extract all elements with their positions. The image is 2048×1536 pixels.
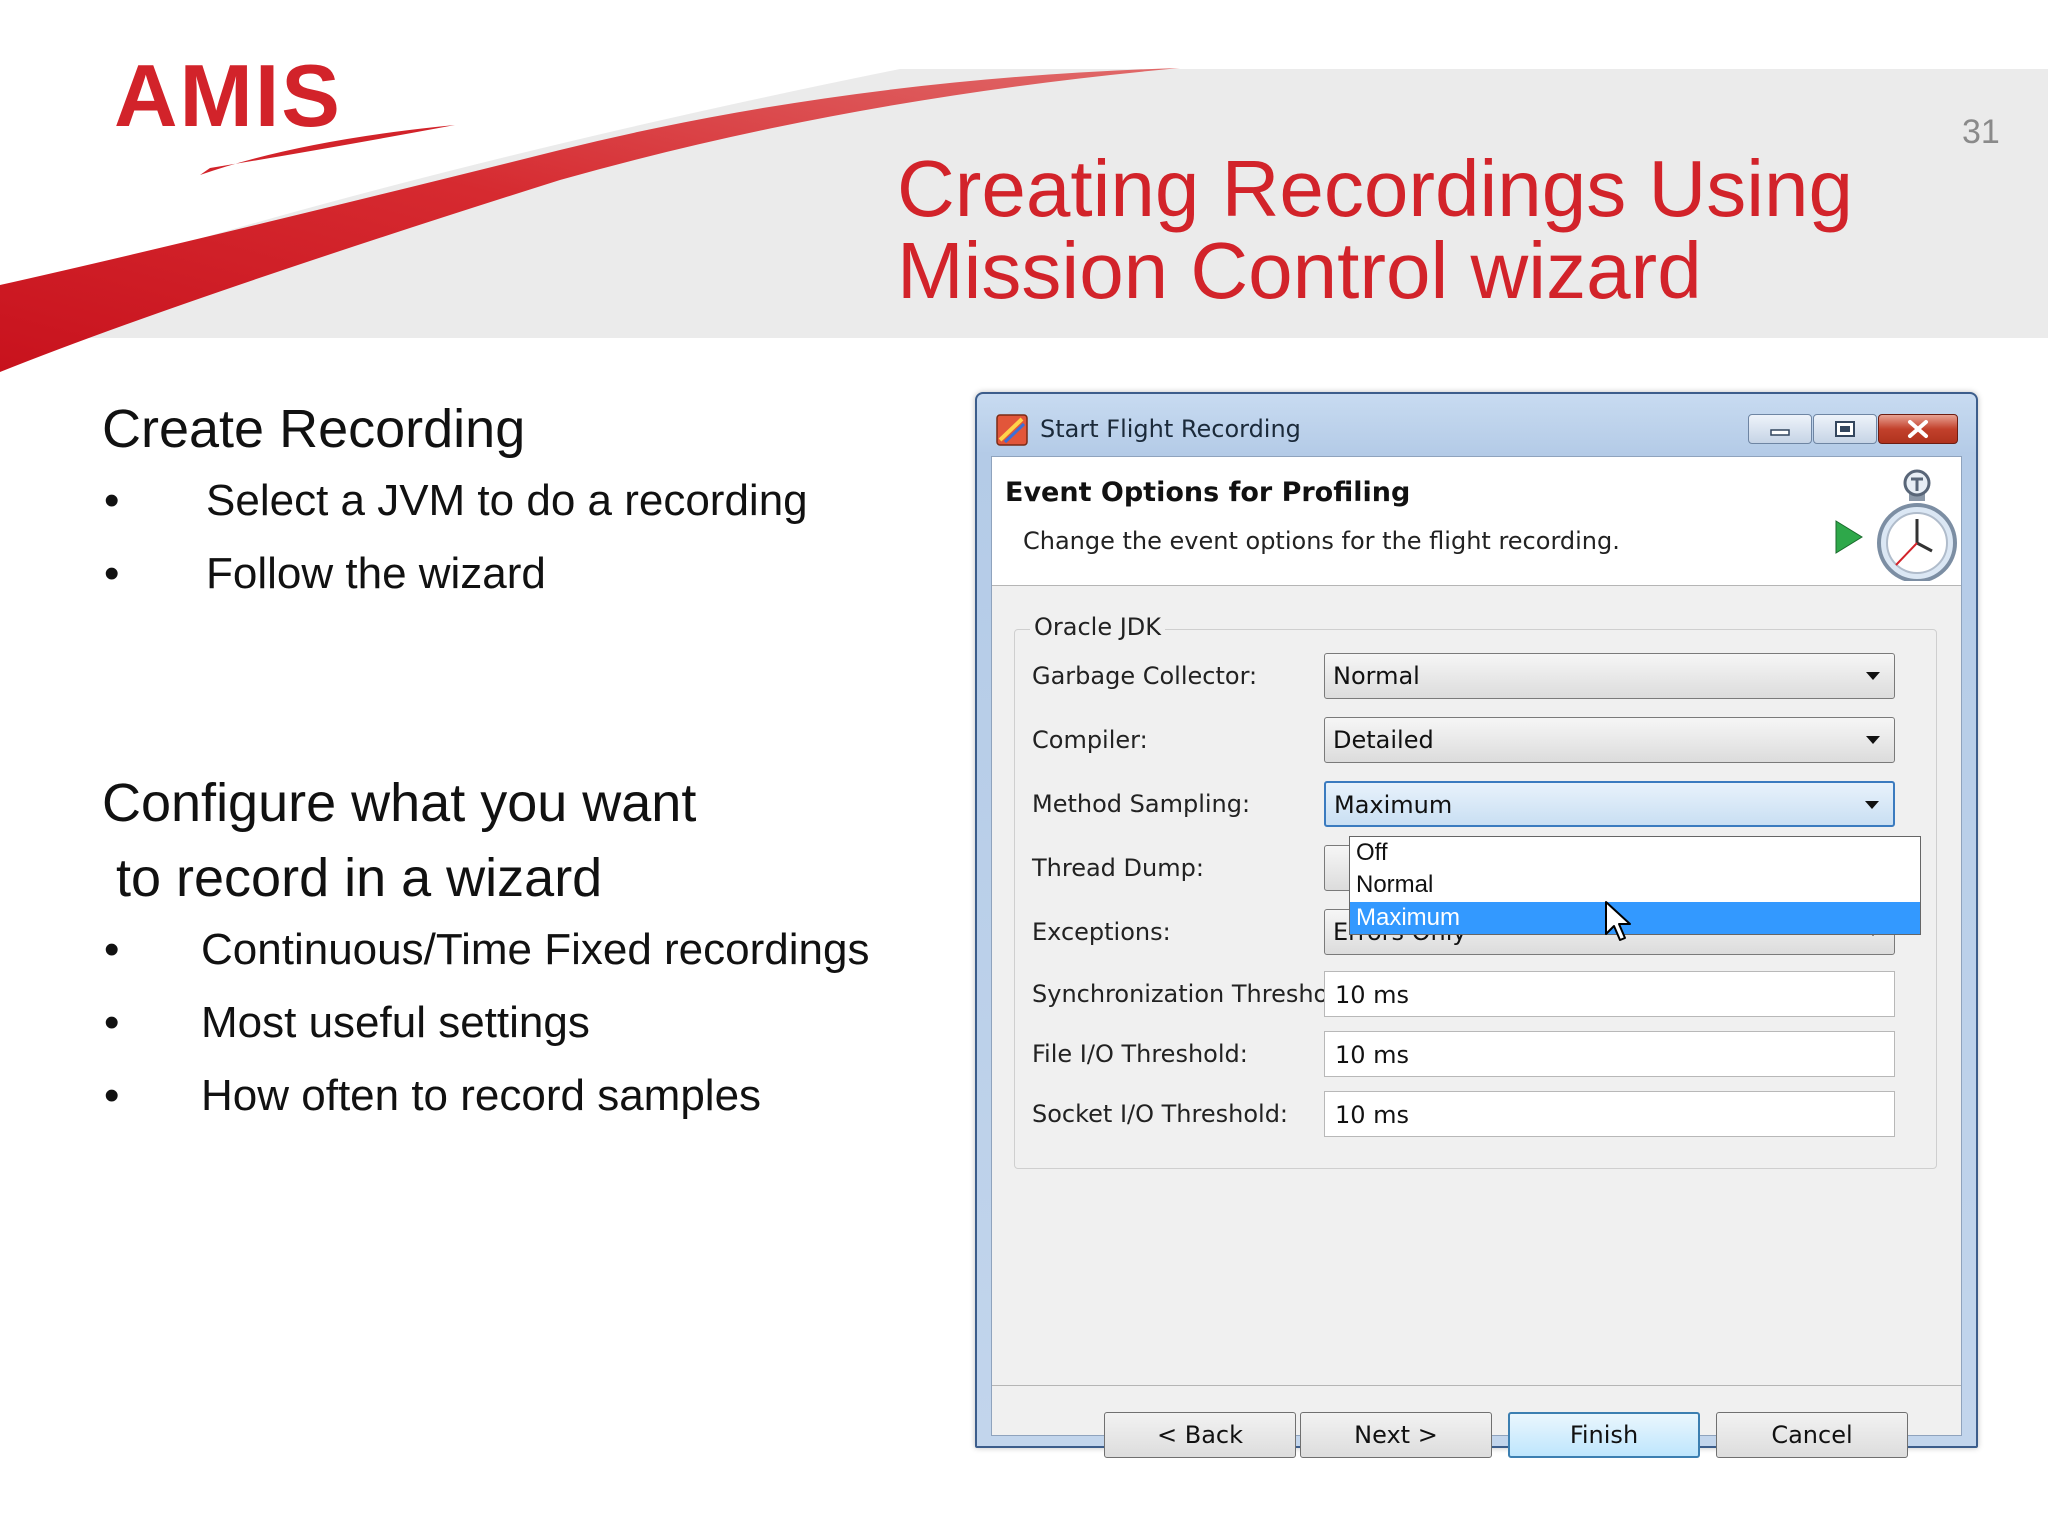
dropdown-option-off[interactable]: Off — [1350, 837, 1920, 869]
section-heading-configure-line-1: Configure what you want — [102, 773, 697, 833]
mouse-pointer-icon — [1605, 901, 1631, 941]
method-sampling-label: Method Sampling: — [1032, 790, 1251, 818]
bullet-dot: • — [104, 549, 120, 598]
cancel-button[interactable]: Cancel — [1716, 1412, 1908, 1458]
file-io-threshold-value: 10 ms — [1335, 1041, 1410, 1069]
file-io-threshold-input[interactable]: 10 ms — [1324, 1031, 1895, 1077]
thread-dump-label: Thread Dump: — [1032, 854, 1204, 882]
flight-recorder-app-icon — [996, 414, 1028, 446]
bullet-text: Most useful settings — [201, 998, 590, 1047]
maximize-icon — [1835, 421, 1855, 437]
wizard-page-heading: Event Options for Profiling — [1005, 477, 1411, 508]
finish-button[interactable]: Finish — [1508, 1412, 1700, 1458]
page-number: 31 — [1962, 113, 2000, 151]
compiler-value: Detailed — [1333, 726, 1434, 754]
slide-title-line-1: Creating Recordings Using — [897, 144, 1854, 233]
method-sampling-dropdown-list: Off Normal Maximum — [1349, 836, 1921, 935]
section-heading-configure-line-2: to record in a wizard — [116, 848, 603, 908]
compiler-label: Compiler: — [1032, 726, 1148, 754]
compiler-select[interactable]: Detailed — [1324, 717, 1895, 763]
method-sampling-select[interactable]: Maximum — [1324, 781, 1895, 827]
bullet-text: Select a JVM to do a recording — [206, 476, 808, 525]
slide-title: Creating Recordings Using Mission Contro… — [897, 148, 1997, 312]
maximize-button[interactable] — [1813, 414, 1877, 444]
dialog-client-area: Event Options for Profiling Change the e… — [991, 456, 1962, 1458]
slide-title-line-2: Mission Control wizard — [897, 226, 1702, 315]
option-label: Off — [1356, 839, 1388, 866]
group-label: Oracle JDK — [1030, 613, 1166, 641]
exceptions-label: Exceptions: — [1032, 918, 1171, 946]
wizard-header: Event Options for Profiling Change the e… — [992, 457, 1961, 586]
synchronization-threshold-value: 10 ms — [1335, 981, 1410, 1009]
amis-logo: AMIS — [114, 46, 342, 145]
wizard-page-description: Change the event options for the flight … — [1023, 527, 1620, 555]
synchronization-threshold-label: Synchronization Threshold: — [1032, 980, 1359, 1008]
bullet-text: Follow the wizard — [206, 549, 546, 598]
method-sampling-value: Maximum — [1334, 791, 1453, 819]
section-heading-create-recording: Create Recording — [102, 399, 526, 459]
garbage-collector-value: Normal — [1333, 662, 1420, 690]
back-button[interactable]: < Back — [1104, 1412, 1296, 1458]
close-icon — [1908, 420, 1928, 438]
bullet-text: How often to record samples — [201, 1071, 762, 1120]
option-label: Normal — [1356, 871, 1434, 898]
bullet-dot: • — [104, 925, 120, 974]
chevron-down-icon — [1865, 801, 1879, 809]
minimize-button[interactable] — [1748, 414, 1812, 444]
bullet-dot: • — [104, 998, 120, 1047]
footer-separator — [992, 1385, 1961, 1386]
dropdown-option-maximum[interactable]: Maximum — [1350, 902, 1920, 934]
bullet-text: Continuous/Time Fixed recordings — [201, 925, 870, 974]
option-label: Maximum — [1356, 904, 1461, 931]
chevron-down-icon — [1866, 672, 1880, 680]
stopwatch-icon — [1835, 469, 1957, 581]
garbage-collector-select[interactable]: Normal — [1324, 653, 1895, 699]
bullet-dot: • — [104, 1071, 120, 1120]
socket-io-threshold-input[interactable]: 10 ms — [1324, 1091, 1895, 1137]
bullet-dot: • — [104, 476, 120, 525]
dropdown-option-normal[interactable]: Normal — [1350, 869, 1920, 901]
next-button[interactable]: Next > — [1300, 1412, 1492, 1458]
chevron-down-icon — [1866, 736, 1880, 744]
synchronization-threshold-input[interactable]: 10 ms — [1324, 971, 1895, 1017]
dialog-titlebar[interactable]: Start Flight Recording — [977, 394, 1976, 456]
window-title: Start Flight Recording — [1040, 415, 1301, 443]
file-io-threshold-label: File I/O Threshold: — [1032, 1040, 1248, 1068]
minimize-icon — [1770, 429, 1790, 436]
socket-io-threshold-value: 10 ms — [1335, 1101, 1410, 1129]
garbage-collector-label: Garbage Collector: — [1032, 662, 1258, 690]
close-button[interactable] — [1878, 414, 1958, 444]
socket-io-threshold-label: Socket I/O Threshold: — [1032, 1100, 1289, 1128]
